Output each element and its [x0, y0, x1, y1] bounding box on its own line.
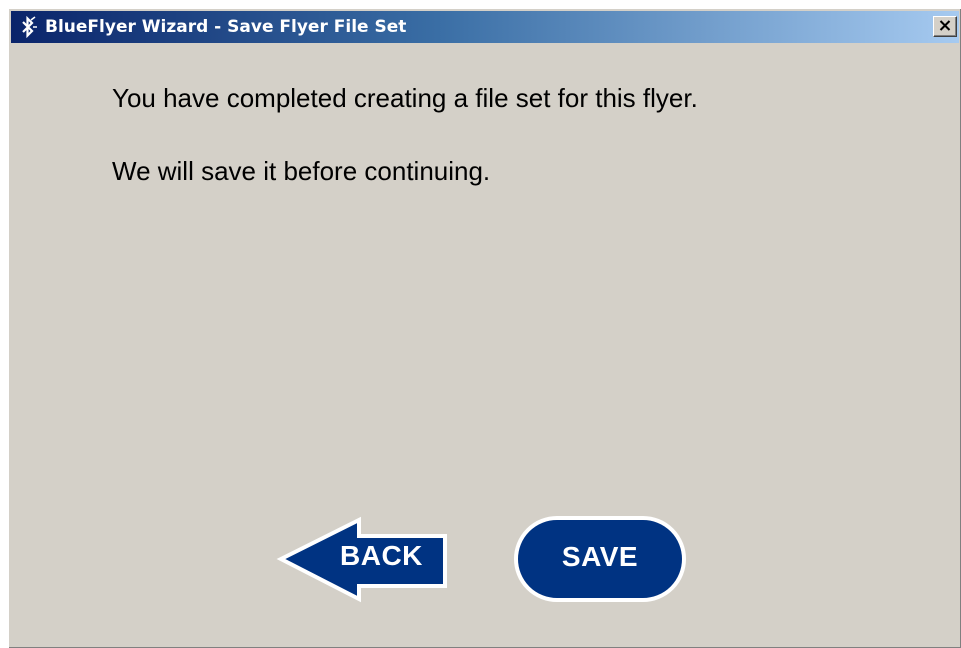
back-button-label: BACK	[340, 540, 423, 571]
message-line-1: You have completed creating a file set f…	[112, 83, 698, 113]
title-bar[interactable]: BlueFlyer Wizard - Save Flyer File Set	[11, 11, 959, 43]
back-button[interactable]: BACK	[275, 515, 447, 603]
close-button[interactable]	[933, 16, 957, 37]
close-icon	[939, 18, 951, 36]
save-button[interactable]: SAVE	[513, 515, 687, 603]
wizard-content: You have completed creating a file set f…	[9, 43, 961, 648]
message-line-2: We will save it before continuing.	[112, 156, 491, 186]
bluetooth-icon	[15, 14, 41, 40]
save-button-label: SAVE	[561, 541, 639, 572]
window-title: BlueFlyer Wizard - Save Flyer File Set	[45, 17, 407, 37]
wizard-window: BlueFlyer Wizard - Save Flyer File Set Y…	[8, 8, 961, 648]
